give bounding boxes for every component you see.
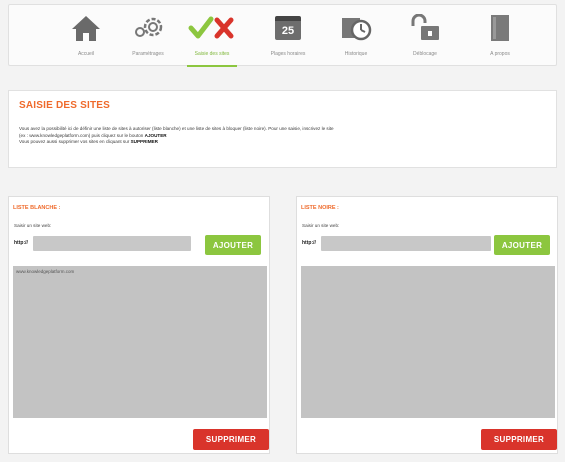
whitelist-url-input[interactable] — [33, 236, 191, 251]
settings-icon — [135, 17, 163, 37]
page-title: SAISIE DES SITES — [19, 100, 111, 111]
list-item[interactable]: www.knowledgeplatform.com — [13, 266, 267, 277]
whitelist-delete-button[interactable]: SUPPRIMER — [193, 429, 269, 450]
whitelist-panel: LISTE BLANCHE : Saisir un site web: http… — [8, 196, 270, 454]
toolbar-home[interactable]: Accueil — [55, 11, 117, 65]
blacklist-hint: Saisir un site web: — [302, 223, 340, 228]
instructions-box: SAISIE DES SITES Vous avez la possibilit… — [8, 90, 557, 168]
blacklist-panel: LISTE NOIRE : Saisir un site web: http:/… — [296, 196, 558, 454]
toolbar-schedule[interactable]: 25 Plages horaires — [257, 11, 319, 65]
instructions-text: Vous avez la possibilité ici de définir … — [19, 126, 334, 144]
whitelist-title: LISTE BLANCHE : — [13, 205, 61, 211]
toolbar-settings-label: Paramétrages — [132, 51, 164, 57]
whitelist-list[interactable]: www.knowledgeplatform.com — [13, 266, 267, 418]
blacklist-list[interactable] — [301, 266, 555, 418]
history-icon — [342, 18, 372, 41]
blacklist-add-button[interactable]: AJOUTER — [494, 235, 550, 255]
blacklist-title: LISTE NOIRE : — [301, 205, 339, 211]
toolbar-history[interactable]: Historique — [325, 11, 387, 65]
toolbar-history-label: Historique — [344, 51, 368, 57]
check-cross-icon — [188, 16, 234, 39]
home-icon — [72, 16, 100, 41]
toolbar-unlock-label: Déblocage — [413, 51, 437, 57]
whitelist-add-button[interactable]: AJOUTER — [205, 235, 261, 255]
toolbar-unlock[interactable]: Déblocage — [394, 11, 456, 65]
blacklist-field-label: http:// — [302, 240, 316, 246]
book-icon — [491, 15, 509, 41]
toolbar-settings[interactable]: Paramétrages — [117, 11, 179, 65]
blacklist-delete-button[interactable]: SUPPRIMER — [481, 429, 557, 450]
toolbar-about-label: A propos — [490, 51, 510, 57]
whitelist-field-label: http:// — [14, 240, 28, 246]
blacklist-url-input[interactable] — [321, 236, 491, 251]
toolbar-home-label: Accueil — [77, 51, 95, 57]
toolbar-sites[interactable]: Saisie des sites — [181, 11, 243, 67]
toolbar-about[interactable]: A propos — [469, 11, 531, 65]
whitelist-hint: Saisir un site web: — [14, 223, 52, 228]
main-toolbar: Accueil Paramétrages Saisie des sites 25… — [8, 4, 557, 67]
unlock-icon — [411, 14, 439, 40]
toolbar-sites-label: Saisie des sites — [194, 51, 230, 57]
toolbar-schedule-label: Plages horaires — [270, 51, 306, 57]
calendar-icon: 25 — [275, 16, 301, 40]
